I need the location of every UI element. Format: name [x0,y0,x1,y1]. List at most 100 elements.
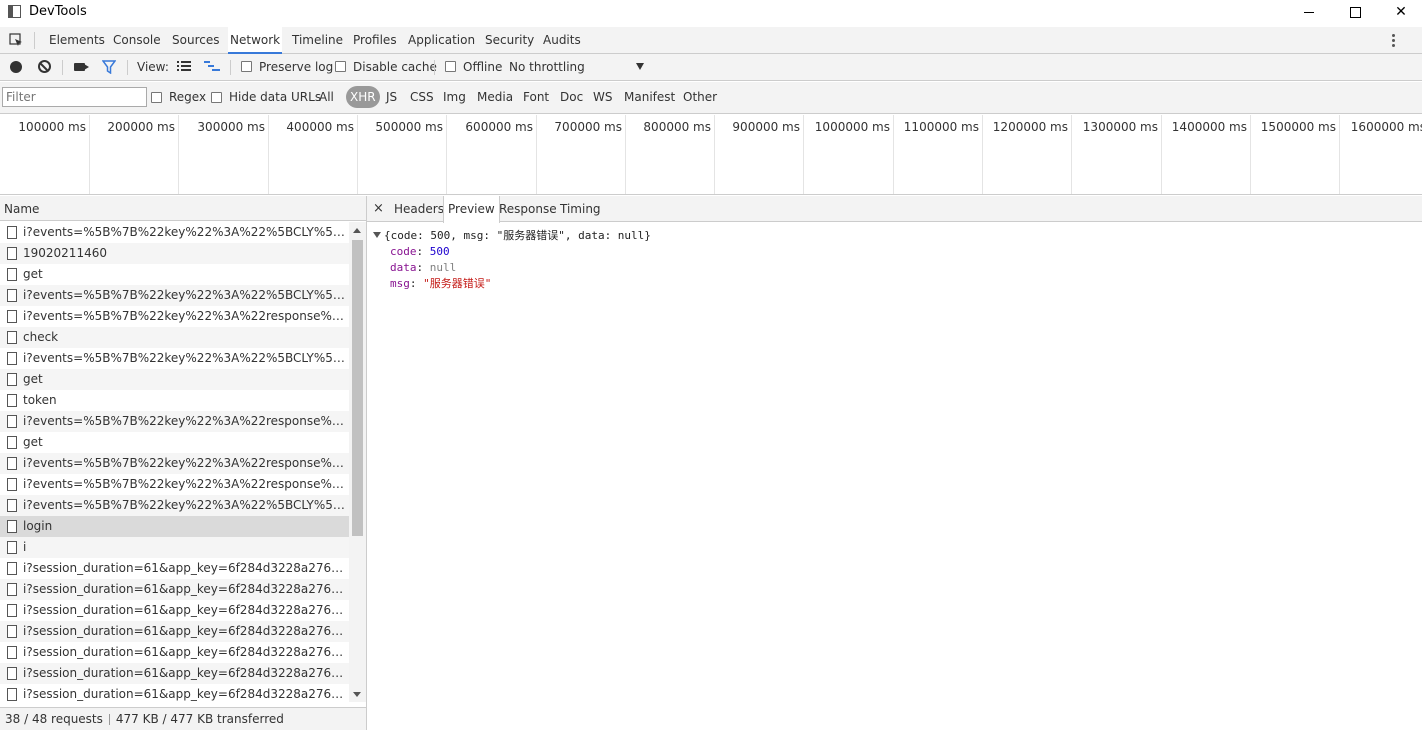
hide-data-urls-checkbox[interactable] [211,92,222,103]
filter-type-css[interactable]: CSS [410,90,434,104]
clear-icon[interactable] [38,60,51,73]
request-row[interactable]: get [0,369,349,390]
offline-checkbox[interactable] [445,61,456,72]
filter-type-ws[interactable]: WS [593,90,612,104]
request-row[interactable]: token [0,390,349,411]
filter-icon[interactable] [102,60,116,74]
inspect-element-icon[interactable] [9,33,23,47]
tab-headers[interactable]: Headers [390,196,448,222]
document-icon [7,436,17,449]
request-row[interactable]: i?events=%5B%7B%22key%22%3A%22response%2… [0,474,349,495]
tab-network[interactable]: Network [228,27,283,54]
timeline-tick-label: 1300000 ms [1082,120,1158,134]
tab-sources[interactable]: Sources [170,27,221,53]
request-row[interactable]: login [0,516,349,537]
regex-checkbox[interactable] [151,92,162,103]
minimize-button[interactable] [1286,0,1332,24]
request-name: i?session_duration=61&app_key=6f284d3228… [23,582,345,596]
regex-label: Regex [169,90,207,104]
scroll-up-icon[interactable] [353,228,361,233]
tab-audits[interactable]: Audits [541,27,583,53]
request-row[interactable]: check [0,327,349,348]
request-row[interactable]: i?session_duration=61&app_key=6f284d3228… [0,600,349,621]
filter-type-other[interactable]: Other [683,90,717,104]
network-status-bar: 38 / 48 requests 477 KB / 477 KB transfer… [0,707,366,730]
chevron-down-icon[interactable] [636,63,644,70]
json-summary-line[interactable]: {code: 500, msg: "服务器错误", data: null} [373,228,651,244]
record-button[interactable] [10,61,22,73]
request-row[interactable]: get [0,432,349,453]
throttling-select[interactable]: No throttling [509,60,585,74]
request-row[interactable]: i?session_duration=61&app_key=6f284d3228… [0,579,349,600]
tab-elements[interactable]: Elements [47,27,107,53]
more-options-icon[interactable] [1388,33,1398,47]
timeline-tick-label: 400000 ms [286,120,354,134]
request-row[interactable]: i?session_duration=61&app_key=6f284d3228… [0,663,349,684]
timeline-tick-label: 200000 ms [107,120,175,134]
request-row[interactable]: i?session_duration=61&app_key=6f284d3228… [0,684,349,702]
filter-input[interactable] [2,87,147,107]
request-count: 38 / 48 requests [5,712,103,726]
filter-type-all[interactable]: All [319,90,334,104]
request-row[interactable]: i?events=%5B%7B%22key%22%3A%22response%2… [0,411,349,432]
request-list-panel: Name i?events=%5B%7B%22key%22%3A%22%5BCL… [0,196,367,730]
filter-type-js[interactable]: JS [386,90,397,104]
request-name: i?session_duration=61&app_key=6f284d3228… [23,561,345,575]
timeline-tick-label: 1100000 ms [903,120,979,134]
request-row[interactable]: 19020211460 [0,243,349,264]
network-overview-timeline[interactable]: 100000 ms 200000 ms 300000 ms 400000 ms 5000… [0,115,1422,195]
tab-console[interactable]: Console [111,27,163,53]
filter-type-xhr[interactable]: XHR [346,86,380,108]
filter-type-img[interactable]: Img [443,90,466,104]
request-row[interactable]: i?session_duration=61&app_key=6f284d3228… [0,621,349,642]
scroll-down-icon[interactable] [353,692,361,697]
large-request-rows-icon[interactable] [177,60,191,72]
maximize-button[interactable] [1332,0,1378,24]
request-row[interactable]: i [0,537,349,558]
capture-screenshots-icon[interactable] [74,63,89,71]
filter-type-doc[interactable]: Doc [560,90,583,104]
request-row[interactable]: i?session_duration=61&app_key=6f284d3228… [0,558,349,579]
request-row[interactable]: i?events=%5B%7B%22key%22%3A%22%5BCLY%5D_… [0,285,349,306]
document-icon [7,373,17,386]
json-field-code: code: 500 [390,245,450,258]
request-name: login [23,519,53,533]
toolbar-separator [127,60,128,75]
filter-type-font[interactable]: Font [523,90,549,104]
expand-triangle-icon[interactable] [373,232,381,238]
request-list-scrollbar[interactable] [349,222,366,702]
filter-type-media[interactable]: Media [477,90,513,104]
tab-timeline[interactable]: Timeline [290,27,345,53]
tab-security[interactable]: Security [483,27,536,53]
detail-tab-bar: × Headers Preview Response Timing [367,196,1422,223]
devtools-app-icon [8,5,21,18]
document-icon [7,289,17,302]
json-value: null [429,261,457,274]
tab-preview[interactable]: Preview [443,196,500,223]
request-row[interactable]: i?session_duration=61&app_key=6f284d3228… [0,642,349,663]
tab-timing[interactable]: Timing [556,196,605,222]
tab-profiles[interactable]: Profiles [351,27,399,53]
close-details-icon[interactable]: × [373,201,384,216]
request-name: token [23,393,57,407]
request-row[interactable]: i?events=%5B%7B%22key%22%3A%22response%2… [0,306,349,327]
close-window-button[interactable]: ✕ [1378,0,1422,24]
request-name: get [23,435,43,449]
name-column-header[interactable]: Name [0,196,366,221]
request-name: i?events=%5B%7B%22key%22%3A%22response%2… [23,477,345,491]
preserve-log-checkbox[interactable] [241,61,252,72]
request-name: i?session_duration=61&app_key=6f284d3228… [23,624,345,638]
document-icon [7,520,17,533]
request-row[interactable]: i?events=%5B%7B%22key%22%3A%22response%2… [0,453,349,474]
request-row[interactable]: i?events=%5B%7B%22key%22%3A%22%5BCLY%5D_… [0,495,349,516]
request-row[interactable]: i?events=%5B%7B%22key%22%3A%22%5BCLY%5D_… [0,348,349,369]
disable-cache-checkbox[interactable] [335,61,346,72]
scrollbar-thumb[interactable] [352,240,363,536]
request-row[interactable]: get [0,264,349,285]
request-row[interactable]: i?events=%5B%7B%22key%22%3A%22%5BCLY%5D_… [0,222,349,243]
tab-response[interactable]: Response [495,196,561,222]
overview-waterfall-icon[interactable] [204,60,220,74]
timeline-tick-label: 1500000 ms [1260,120,1336,134]
tab-application[interactable]: Application [406,27,477,53]
filter-type-manifest[interactable]: Manifest [624,90,675,104]
